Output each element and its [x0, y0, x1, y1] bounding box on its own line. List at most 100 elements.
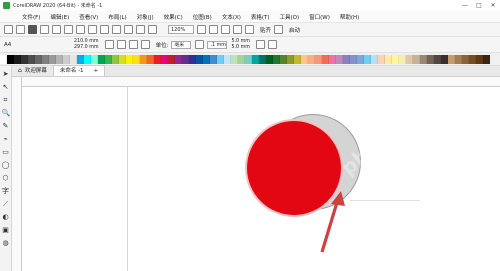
- color-swatch[interactable]: [441, 54, 448, 64]
- color-swatch[interactable]: [49, 54, 56, 64]
- color-swatch[interactable]: [140, 54, 147, 64]
- color-swatch[interactable]: [245, 54, 252, 64]
- color-swatch[interactable]: [35, 54, 42, 64]
- vertical-ruler[interactable]: [12, 77, 22, 271]
- color-swatch[interactable]: [217, 54, 224, 64]
- print-icon[interactable]: [40, 25, 49, 34]
- menu-file[interactable]: 文件(F): [22, 13, 40, 21]
- color-swatch[interactable]: [0, 54, 7, 64]
- page-options-icon[interactable]: [267, 40, 277, 49]
- color-swatch[interactable]: [322, 54, 329, 64]
- color-swatch[interactable]: [98, 54, 105, 64]
- redo-icon[interactable]: [100, 25, 109, 34]
- drawing-canvas[interactable]: php: [22, 87, 500, 271]
- import-icon[interactable]: [124, 25, 133, 34]
- color-swatch[interactable]: [350, 54, 357, 64]
- color-swatch[interactable]: [343, 54, 350, 64]
- current-page-icon[interactable]: [140, 40, 150, 49]
- grid-icon[interactable]: [221, 25, 230, 34]
- color-swatch[interactable]: [77, 54, 84, 64]
- color-swatch[interactable]: [476, 54, 483, 64]
- color-swatch[interactable]: [28, 54, 35, 64]
- shape-tool-icon[interactable]: ↖: [2, 83, 10, 91]
- color-swatch[interactable]: [105, 54, 112, 64]
- color-swatch[interactable]: [280, 54, 287, 64]
- color-swatch[interactable]: [469, 54, 476, 64]
- interactive-fill-tool-icon[interactable]: ◍: [2, 239, 10, 247]
- close-icon[interactable]: ✕: [486, 2, 500, 9]
- color-swatch[interactable]: [378, 54, 385, 64]
- menu-bitmaps[interactable]: 位图(B): [193, 13, 212, 21]
- eyedropper-tool-icon[interactable]: ▣: [2, 226, 10, 234]
- menu-layout[interactable]: 布局(L): [108, 13, 126, 21]
- snap-icon[interactable]: [245, 25, 254, 34]
- color-swatch[interactable]: [406, 54, 413, 64]
- copy-icon[interactable]: [64, 25, 73, 34]
- menu-object[interactable]: 对象(J): [137, 13, 154, 21]
- search-content-icon[interactable]: [112, 25, 121, 34]
- paste-icon[interactable]: [76, 25, 85, 34]
- guidelines-icon[interactable]: [233, 25, 242, 34]
- pick-tool-icon[interactable]: ➤: [2, 70, 10, 78]
- color-swatch[interactable]: [147, 54, 154, 64]
- polygon-tool-icon[interactable]: ⬡: [2, 174, 10, 182]
- maximize-icon[interactable]: □: [472, 2, 486, 9]
- menu-text[interactable]: 文本(X): [222, 13, 241, 21]
- rectangle-tool-icon[interactable]: ▭: [2, 148, 10, 156]
- color-swatch[interactable]: [399, 54, 406, 64]
- duplicate-y-field[interactable]: 5.0 mm: [231, 45, 250, 51]
- color-swatch[interactable]: [364, 54, 371, 64]
- color-swatch[interactable]: [287, 54, 294, 64]
- color-swatch[interactable]: [420, 54, 427, 64]
- color-swatch[interactable]: [56, 54, 63, 64]
- color-swatch[interactable]: [7, 54, 14, 64]
- color-swatch[interactable]: [434, 54, 441, 64]
- page-height-field[interactable]: 297.0 mm: [74, 45, 99, 51]
- launch-dropdown[interactable]: 启动: [289, 26, 300, 34]
- color-swatch[interactable]: [238, 54, 245, 64]
- color-swatch[interactable]: [413, 54, 420, 64]
- all-pages-icon[interactable]: [128, 40, 138, 49]
- publish-pdf-icon[interactable]: [148, 25, 157, 34]
- color-swatch[interactable]: [301, 54, 308, 64]
- artistic-media-tool-icon[interactable]: ⌁: [2, 135, 10, 143]
- horizontal-ruler[interactable]: [22, 77, 500, 87]
- color-swatch[interactable]: [84, 54, 91, 64]
- color-swatch[interactable]: [273, 54, 280, 64]
- color-swatch[interactable]: [210, 54, 217, 64]
- color-swatch[interactable]: [357, 54, 364, 64]
- color-swatch[interactable]: [14, 54, 21, 64]
- color-swatch[interactable]: [133, 54, 140, 64]
- ellipse-tool-icon[interactable]: ◯: [2, 161, 10, 169]
- snap-to-dropdown[interactable]: 贴齐: [260, 26, 271, 34]
- export-icon[interactable]: [136, 25, 145, 34]
- color-swatch[interactable]: [315, 54, 322, 64]
- color-swatch[interactable]: [175, 54, 182, 64]
- options-gear-icon[interactable]: [274, 25, 284, 34]
- color-swatch[interactable]: [126, 54, 133, 64]
- menu-edit[interactable]: 编辑(E): [50, 13, 69, 21]
- tab-document[interactable]: 未命名 -1 +: [52, 65, 106, 76]
- nudge-distance-field[interactable]: .1 mm: [207, 40, 228, 49]
- save-icon[interactable]: [28, 25, 37, 34]
- color-swatch[interactable]: [119, 54, 126, 64]
- text-tool-icon[interactable]: 字: [2, 187, 10, 195]
- undo-icon[interactable]: [88, 25, 97, 34]
- color-swatch[interactable]: [21, 54, 28, 64]
- page-size-preset[interactable]: A4: [4, 42, 74, 48]
- new-document-icon[interactable]: [4, 25, 13, 34]
- color-swatch[interactable]: [329, 54, 336, 64]
- cut-icon[interactable]: [52, 25, 61, 34]
- color-swatch[interactable]: [336, 54, 343, 64]
- color-swatch[interactable]: [455, 54, 462, 64]
- tab-welcome[interactable]: ⌂ 欢迎屏幕: [12, 66, 53, 76]
- portrait-icon[interactable]: [104, 40, 114, 49]
- full-screen-icon[interactable]: [197, 25, 206, 34]
- color-swatch[interactable]: [161, 54, 168, 64]
- menu-effects[interactable]: 效果(C): [164, 13, 183, 21]
- color-swatch[interactable]: [308, 54, 315, 64]
- color-swatch[interactable]: [462, 54, 469, 64]
- color-swatch[interactable]: [112, 54, 119, 64]
- color-swatch[interactable]: [259, 54, 266, 64]
- menu-help[interactable]: 帮助(H): [340, 13, 359, 21]
